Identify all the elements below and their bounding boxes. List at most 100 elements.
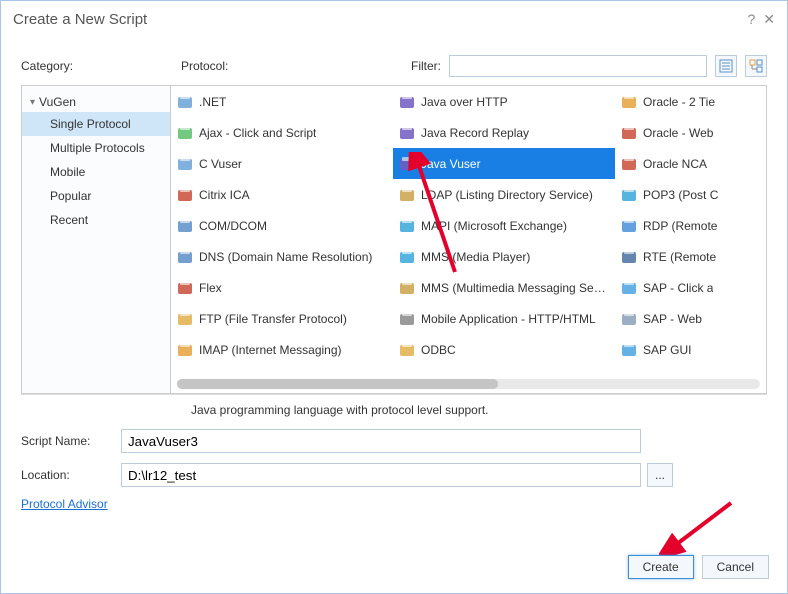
- protocol-label: .NET: [199, 95, 226, 109]
- protocol-panel: .NET Ajax - Click and Script C Vuser Citrix…: [171, 85, 767, 394]
- protocol-item[interactable]: SAP GUI: [615, 334, 767, 365]
- sidebar-item-multiple-protocols[interactable]: Multiple Protocols: [22, 136, 170, 160]
- protocol-icon: [621, 94, 637, 110]
- protocol-item[interactable]: Oracle - Web: [615, 117, 767, 148]
- filter-input[interactable]: [449, 55, 707, 77]
- protocol-icon: [399, 125, 415, 141]
- protocol-icon: [621, 187, 637, 203]
- protocol-label: IMAP (Internet Messaging): [199, 343, 342, 357]
- browse-button[interactable]: ...: [647, 463, 673, 487]
- protocol-label: Oracle - 2 Tie: [643, 95, 715, 109]
- protocol-icon: [621, 249, 637, 265]
- protocol-item[interactable]: LDAP (Listing Directory Service): [393, 179, 615, 210]
- protocol-icon: [177, 125, 193, 141]
- protocol-label: SAP - Web: [643, 312, 702, 326]
- protocol-item[interactable]: C Vuser: [171, 148, 393, 179]
- tree-root[interactable]: ▾ VuGen: [22, 92, 170, 112]
- protocol-item[interactable]: Oracle - 2 Tie: [615, 86, 767, 117]
- sidebar-item-recent[interactable]: Recent: [22, 208, 170, 232]
- protocol-item[interactable]: FTP (File Transfer Protocol): [171, 303, 393, 334]
- protocol-item[interactable]: Java over HTTP: [393, 86, 615, 117]
- protocol-item[interactable]: Mobile Application - HTTP/HTML: [393, 303, 615, 334]
- protocol-icon: [177, 249, 193, 265]
- protocol-label: LDAP (Listing Directory Service): [421, 188, 593, 202]
- protocol-label: Citrix ICA: [199, 188, 250, 202]
- protocol-label: DNS (Domain Name Resolution): [199, 250, 372, 264]
- protocol-label: RTE (Remote: [643, 250, 716, 264]
- protocol-item[interactable]: Java Record Replay: [393, 117, 615, 148]
- protocol-item[interactable]: RTE (Remote: [615, 241, 767, 272]
- protocol-label: Flex: [199, 281, 222, 295]
- protocol-item[interactable]: Ajax - Click and Script: [171, 117, 393, 148]
- sidebar-item-popular[interactable]: Popular: [22, 184, 170, 208]
- category-tree: ▾ VuGen Single ProtocolMultiple Protocol…: [21, 85, 171, 394]
- protocol-item[interactable]: Citrix ICA: [171, 179, 393, 210]
- protocol-label: C Vuser: [199, 157, 242, 171]
- protocol-label: MMS (Multimedia Messaging Service): [421, 281, 609, 295]
- protocol-item[interactable]: COM/DCOM: [171, 210, 393, 241]
- protocol-label: FTP (File Transfer Protocol): [199, 312, 347, 326]
- close-icon[interactable]: ✕: [763, 11, 775, 28]
- protocol-item[interactable]: Oracle NCA: [615, 148, 767, 179]
- protocol-icon: [399, 311, 415, 327]
- tree-root-label: VuGen: [39, 95, 76, 109]
- protocol-item[interactable]: MMS (Media Player): [393, 241, 615, 272]
- protocol-icon: [399, 187, 415, 203]
- protocol-item[interactable]: ODBC: [393, 334, 615, 365]
- dialog-create-new-script: Create a New Script ? ✕ Category: Protoc…: [0, 0, 788, 594]
- sidebar-item-mobile[interactable]: Mobile: [22, 160, 170, 184]
- protocol-label: Java over HTTP: [421, 95, 508, 109]
- protocol-item[interactable]: SAP - Click a: [615, 272, 767, 303]
- protocol-icon: [177, 280, 193, 296]
- protocol-item[interactable]: MMS (Multimedia Messaging Service): [393, 272, 615, 303]
- protocol-description: Java programming language with protocol …: [21, 395, 767, 429]
- protocol-icon: [621, 218, 637, 234]
- protocol-item[interactable]: IMAP (Internet Messaging): [171, 334, 393, 365]
- protocol-icon: [177, 94, 193, 110]
- protocol-item[interactable]: RDP (Remote: [615, 210, 767, 241]
- protocol-icon: [399, 280, 415, 296]
- protocol-label: ODBC: [421, 343, 456, 357]
- chevron-down-icon: ▾: [30, 97, 35, 108]
- horizontal-scrollbar[interactable]: [177, 379, 760, 389]
- protocol-icon: [399, 218, 415, 234]
- create-button[interactable]: Create: [628, 555, 694, 579]
- protocol-icon: [399, 342, 415, 358]
- help-icon[interactable]: ?: [747, 11, 755, 27]
- protocol-item[interactable]: POP3 (Post C: [615, 179, 767, 210]
- protocol-label: Oracle NCA: [643, 157, 707, 171]
- protocol-advisor-link[interactable]: Protocol Advisor: [21, 497, 108, 511]
- protocol-item[interactable]: DNS (Domain Name Resolution): [171, 241, 393, 272]
- script-name-input[interactable]: [121, 429, 641, 453]
- protocol-icon: [621, 280, 637, 296]
- protocol-icon: [399, 94, 415, 110]
- protocol-icon: [177, 187, 193, 203]
- cancel-button[interactable]: Cancel: [702, 555, 769, 579]
- protocol-item[interactable]: SAP - Web: [615, 303, 767, 334]
- sidebar-item-single-protocol[interactable]: Single Protocol: [22, 112, 170, 136]
- protocol-label: Java Vuser: [421, 157, 481, 171]
- protocol-item[interactable]: Flex: [171, 272, 393, 303]
- protocol-label: MAPI (Microsoft Exchange): [421, 219, 567, 233]
- scrollbar-thumb[interactable]: [177, 379, 498, 389]
- protocol-icon: [399, 156, 415, 172]
- location-input[interactable]: [121, 463, 641, 487]
- protocol-icon: [621, 311, 637, 327]
- protocol-icon: [621, 125, 637, 141]
- protocol-item[interactable]: MAPI (Microsoft Exchange): [393, 210, 615, 241]
- protocol-icon: [177, 342, 193, 358]
- protocol-label: Ajax - Click and Script: [199, 126, 316, 140]
- protocol-label: RDP (Remote: [643, 219, 717, 233]
- protocol-item[interactable]: .NET: [171, 86, 393, 117]
- protocol-label: SAP GUI: [643, 343, 691, 357]
- protocol-icon: [177, 218, 193, 234]
- protocol-icon: [621, 156, 637, 172]
- view-list-icon[interactable]: [715, 55, 737, 77]
- protocol-label: SAP - Click a: [643, 281, 713, 295]
- protocol-icon: [621, 342, 637, 358]
- view-tree-icon[interactable]: [745, 55, 767, 77]
- protocol-item[interactable]: Java Vuser: [393, 148, 615, 179]
- location-label: Location:: [21, 468, 121, 482]
- protocol-label: POP3 (Post C: [643, 188, 718, 202]
- protocol-icon: [177, 311, 193, 327]
